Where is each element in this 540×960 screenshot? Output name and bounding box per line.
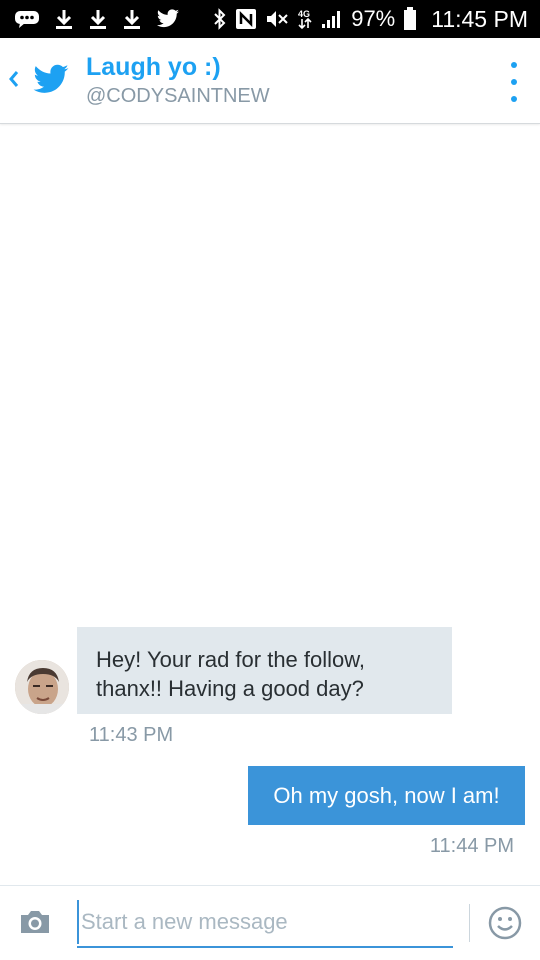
message-input[interactable] [77,900,453,944]
user-handle: @CODYSAINTNEW [86,85,270,107]
mute-icon [265,8,289,30]
system-icons: 4G 97% 11:45 PM [213,0,528,38]
signal-icon [321,9,343,29]
incoming-message-bubble[interactable]: Hey! Your rad for the follow, thanx!! Ha… [77,627,452,714]
notification-icons [14,0,180,38]
svg-text:4G: 4G [298,9,310,19]
download-icon [88,8,108,30]
message-input-wrapper [77,900,453,948]
emoji-button[interactable] [488,906,522,940]
message-composer [0,885,540,960]
twitter-bird-icon [32,64,70,96]
status-bar: 4G 97% 11:45 PM [0,0,540,38]
menu-dot [511,79,517,85]
camera-button[interactable] [18,908,52,936]
chevron-left-icon [9,71,19,87]
clock: 11:45 PM [431,5,528,32]
nfc-icon [235,8,257,30]
outgoing-message-bubble[interactable]: Oh my gosh, now I am! [248,766,525,825]
divider [469,904,470,942]
incoming-message-time: 11:43 PM [89,724,174,746]
download-icon [122,8,142,30]
back-button[interactable] [6,64,22,94]
camera-icon [21,911,49,933]
battery-icon [403,7,417,31]
data-icon: 4G [297,8,313,30]
smiley-icon [488,906,522,940]
twitter-icon [156,9,180,29]
conversation-title[interactable]: Laugh yo :) [86,53,221,82]
conversation-header: Laugh yo :) @CODYSAINTNEW [0,38,540,124]
download-icon [54,8,74,30]
overflow-menu-button[interactable] [502,62,526,102]
message-icon [14,10,40,28]
bluetooth-icon [213,8,227,30]
menu-dot [511,62,517,68]
menu-dot [511,96,517,102]
battery-percent: 97% [351,6,396,31]
avatar[interactable] [15,660,69,714]
outgoing-message-time: 11:44 PM [429,835,514,857]
